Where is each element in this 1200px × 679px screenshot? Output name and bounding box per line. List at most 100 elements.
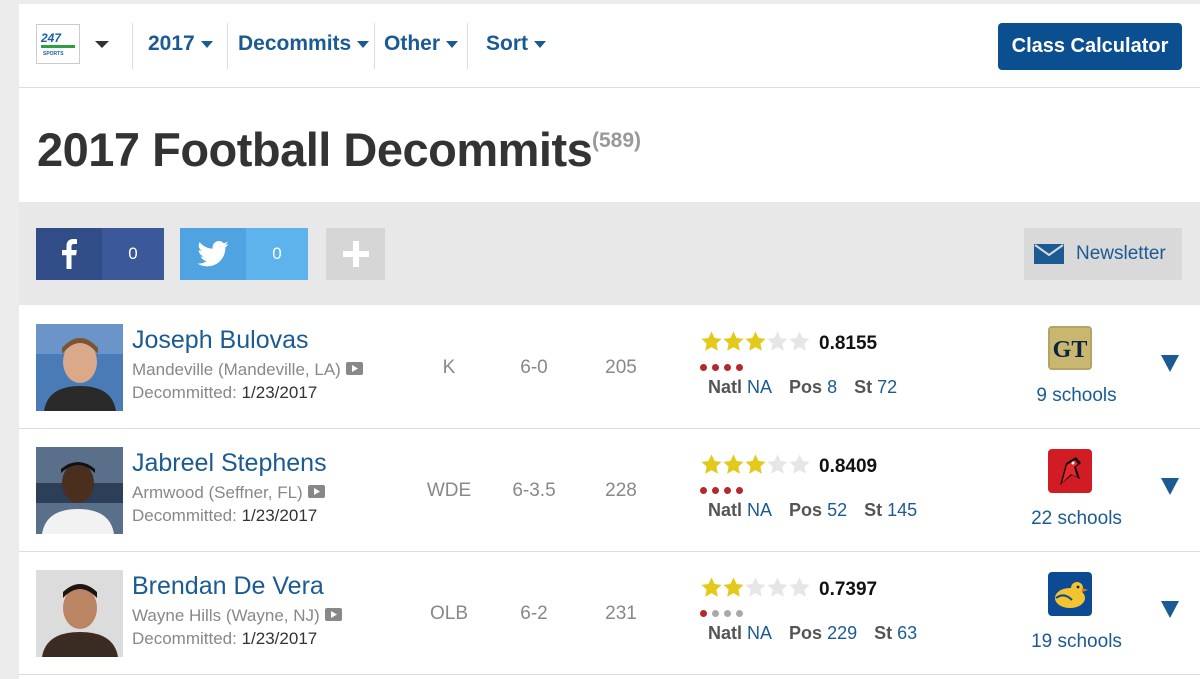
nav-decommits-dropdown[interactable]: Decommits <box>238 32 370 56</box>
player-avatar[interactable] <box>36 570 123 657</box>
page: 247 SPORTS 2017 Decommits Other Sort Cla… <box>19 4 1200 679</box>
chevron-down-icon <box>534 40 546 48</box>
svg-text:GT: GT <box>1053 337 1088 363</box>
expand-row-arrow-icon[interactable] <box>1161 478 1179 495</box>
player-name-link[interactable]: Joseph Bulovas <box>132 326 309 355</box>
player-avatar[interactable] <box>36 324 123 411</box>
schools-count-link[interactable]: 19 schools <box>1014 631 1139 653</box>
nav-other-dropdown[interactable]: Other <box>384 32 459 56</box>
class-calculator-button[interactable]: Class Calculator <box>998 23 1182 70</box>
star-filled-icon <box>745 454 766 474</box>
rating-dot <box>700 610 707 617</box>
natl-rank-link[interactable]: NA <box>747 377 772 397</box>
chevron-down-icon <box>357 40 370 48</box>
nav-divider <box>467 23 468 69</box>
high-school-text: Wayne Hills (Wayne, NJ) <box>132 606 320 625</box>
player-ranks: Natl NA Pos 52 St 145 <box>708 500 929 521</box>
pos-rank-label: Pos <box>789 500 828 520</box>
rating-dot <box>724 487 731 494</box>
player-weight: 228 <box>605 480 637 501</box>
player-weight: 231 <box>605 603 637 624</box>
rating-dot <box>736 610 743 617</box>
natl-rank-link[interactable]: NA <box>747 500 772 520</box>
star-filled-icon <box>723 577 744 597</box>
player-name-link[interactable]: Jabreel Stephens <box>132 449 327 478</box>
star-filled-icon <box>723 331 744 351</box>
natl-rank-label: Natl <box>708 500 748 520</box>
player-high-school: Mandeville (Mandeville, LA) <box>132 360 363 380</box>
pos-rank-link[interactable]: 52 <box>827 500 847 520</box>
player-row: Brendan De Vera Wayne Hills (Wayne, NJ) … <box>19 552 1200 675</box>
player-ranks: Natl NA Pos 229 St 63 <box>708 623 929 644</box>
facebook-share-button[interactable]: 0 <box>36 228 164 280</box>
newsletter-label: Newsletter <box>1076 243 1166 264</box>
decommitted-label: Decommitted: <box>132 383 242 402</box>
logo-dropdown-caret-icon[interactable] <box>95 41 109 48</box>
expand-row-arrow-icon[interactable] <box>1161 601 1179 618</box>
pos-rank-label: Pos <box>789 377 828 397</box>
twitter-bird-icon <box>180 228 246 280</box>
player-avatar[interactable] <box>36 447 123 534</box>
video-icon[interactable] <box>324 606 342 626</box>
rating-dot <box>724 610 731 617</box>
pos-rank-link[interactable]: 229 <box>827 623 857 643</box>
player-height: 6-3.5 <box>512 480 556 501</box>
video-icon[interactable] <box>345 360 363 380</box>
rating-dot <box>724 364 731 371</box>
plus-icon <box>342 241 369 267</box>
composite-rating: 0.8409 <box>819 456 878 477</box>
star-empty-icon <box>789 331 810 351</box>
top-nav: 247 SPORTS 2017 Decommits Other Sort Cla… <box>19 4 1200 88</box>
nav-year-dropdown[interactable]: 2017 <box>148 32 213 56</box>
star-rating <box>700 453 810 476</box>
state-rank-link[interactable]: 72 <box>877 377 897 397</box>
player-height: 6-2 <box>520 603 548 624</box>
schools-count-link[interactable]: 9 schools <box>1014 385 1139 407</box>
star-empty-icon <box>789 454 810 474</box>
rating-dot <box>700 487 707 494</box>
player-position: OLB <box>429 603 469 624</box>
star-empty-icon <box>745 577 766 597</box>
rating-dot <box>712 364 719 371</box>
natl-rank-label: Natl <box>708 623 748 643</box>
player-high-school: Wayne Hills (Wayne, NJ) <box>132 606 342 626</box>
nav-other-label: Other <box>384 32 441 55</box>
team-logo[interactable]: GT <box>1048 326 1092 370</box>
team-logo[interactable] <box>1048 449 1092 493</box>
chevron-down-icon <box>446 40 459 48</box>
expand-row-arrow-icon[interactable] <box>1161 355 1179 372</box>
pos-rank-link[interactable]: 8 <box>827 377 837 397</box>
state-rank-label: St <box>874 623 898 643</box>
site-logo[interactable]: 247 SPORTS <box>36 24 80 64</box>
rating-dots <box>700 487 748 494</box>
newsletter-button[interactable]: Newsletter <box>1024 228 1182 280</box>
schools-count-link[interactable]: 22 schools <box>1014 508 1139 530</box>
star-rating <box>700 576 810 599</box>
star-filled-icon <box>701 454 722 474</box>
decommitted-label: Decommitted: <box>132 506 242 525</box>
player-name-link[interactable]: Brendan De Vera <box>132 572 324 601</box>
natl-rank-link[interactable]: NA <box>747 623 772 643</box>
high-school-text: Armwood (Seffner, FL) <box>132 483 303 502</box>
star-filled-icon <box>745 331 766 351</box>
rating-dots <box>700 364 748 371</box>
more-share-button[interactable] <box>326 228 385 280</box>
star-empty-icon <box>767 577 788 597</box>
video-icon[interactable] <box>307 483 325 503</box>
player-weight: 205 <box>605 357 637 378</box>
facebook-icon <box>36 228 102 280</box>
nav-year-label: 2017 <box>148 32 195 55</box>
player-high-school: Armwood (Seffner, FL) <box>132 483 325 503</box>
team-logo[interactable] <box>1048 572 1092 616</box>
decommit-date: Decommitted: 1/23/2017 <box>132 629 317 649</box>
nav-sort-label: Sort <box>486 32 528 55</box>
state-rank-link[interactable]: 63 <box>897 623 917 643</box>
decommit-date-value: 1/23/2017 <box>241 383 318 402</box>
state-rank-link[interactable]: 145 <box>887 500 917 520</box>
state-rank-label: St <box>854 377 878 397</box>
player-row: Jabreel Stephens Armwood (Seffner, FL) D… <box>19 429 1200 552</box>
nav-sort-dropdown[interactable]: Sort <box>486 32 546 56</box>
twitter-share-button[interactable]: 0 <box>180 228 308 280</box>
decommitted-label: Decommitted: <box>132 629 242 648</box>
star-empty-icon <box>767 331 788 351</box>
